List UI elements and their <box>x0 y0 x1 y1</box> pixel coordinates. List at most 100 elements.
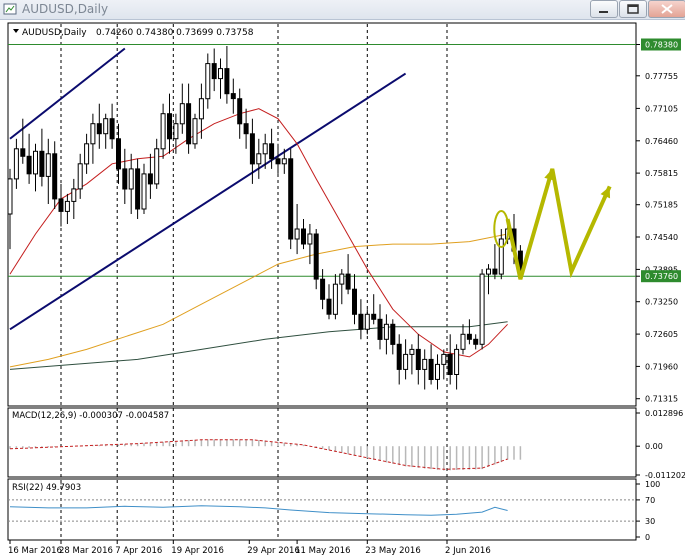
close-button[interactable] <box>648 0 685 18</box>
minimize-button[interactable] <box>590 0 618 18</box>
price-axis-label: 0.75185 <box>645 201 678 210</box>
candle-body <box>301 228 306 245</box>
candle-body <box>281 158 287 165</box>
candle-body <box>211 63 217 80</box>
candle-body <box>307 233 313 245</box>
candle-body <box>218 68 223 80</box>
price-axis-label: 0.71960 <box>645 362 678 371</box>
time-axis-label: 7 Apr 2016 <box>115 546 162 555</box>
macd-axis: 0.012896 0.00 -0.011202 <box>636 409 685 480</box>
price-axis-label: 0.72605 <box>645 330 678 339</box>
candle-body <box>415 348 421 370</box>
candle-body <box>224 68 230 95</box>
candle-body <box>466 333 472 340</box>
candle-body <box>33 150 38 175</box>
candle-body <box>498 238 504 275</box>
candle-body <box>7 178 13 215</box>
candle-body <box>205 63 211 100</box>
chart-area[interactable]: AUDUSD,Daily 0.74260 0.74380 0.73699 0.7… <box>0 19 685 555</box>
rsi-axis-label: 100 <box>645 480 660 489</box>
candle-body <box>313 233 319 280</box>
time-axis-label: 16 Mar 2016 <box>8 546 62 555</box>
minimize-icon <box>599 11 608 13</box>
candle-body <box>39 150 45 177</box>
restore-button[interactable] <box>619 0 647 18</box>
restore-icon <box>627 4 639 14</box>
time-axis[interactable]: 16 Mar 201628 Mar 2016 7 Apr 2016 19 Apr 2… <box>8 540 491 555</box>
candle-body <box>160 113 166 150</box>
candle-body <box>409 348 415 355</box>
price-panel[interactable] <box>7 22 637 407</box>
candle-body <box>249 133 255 165</box>
candle-body <box>269 143 275 160</box>
window-titlebar: AUDUSD,Daily <box>0 0 685 20</box>
candle-body <box>198 98 204 120</box>
candle-body <box>116 138 121 170</box>
time-axis-label: 11 May 2016 <box>295 546 350 555</box>
time-axis-label: 23 May 2016 <box>365 546 420 555</box>
candle-body <box>147 173 153 185</box>
candle-body <box>454 348 460 375</box>
candle-body <box>326 298 332 315</box>
price-axis-label: 0.76460 <box>645 137 678 146</box>
macd-axis-label: 0.00 <box>645 442 663 451</box>
macd-axis-label: 0.012896 <box>645 409 683 418</box>
candle-body <box>377 318 383 340</box>
candle-body <box>358 313 364 330</box>
price-axis-label: 0.73760 <box>645 272 678 281</box>
candle-body <box>173 123 179 140</box>
price-axis-label: 0.77755 <box>645 72 678 81</box>
candle-body <box>256 153 262 165</box>
candle-body <box>103 118 109 135</box>
candle-body <box>179 103 185 125</box>
price-axis-label: 0.77105 <box>645 104 678 113</box>
candle-body <box>288 158 294 240</box>
candle-body <box>128 168 134 190</box>
price-axis-label: 0.71315 <box>645 395 678 404</box>
candle-body <box>486 268 491 275</box>
rsi-axis-label: 30 <box>645 517 655 526</box>
candle-body <box>339 273 345 285</box>
price-axis-label: 0.78380 <box>645 41 678 50</box>
candle-body <box>294 228 300 240</box>
candle-body <box>192 118 198 145</box>
candle-body <box>135 168 141 210</box>
time-axis-label: 29 Apr 2016 <box>247 546 300 555</box>
candle-body <box>84 143 90 165</box>
time-axis-label: 28 Mar 2016 <box>59 546 113 555</box>
candle-body <box>141 173 147 210</box>
candle-body <box>492 268 498 275</box>
candle-body <box>403 353 409 370</box>
price-axis[interactable]: 0.78380 0.77755 0.77105 0.76460 0.75815 0.751… <box>636 38 681 404</box>
candle-body <box>186 103 192 145</box>
candle-body <box>122 168 128 190</box>
rsi-panel[interactable] <box>7 478 637 541</box>
close-icon <box>661 4 673 14</box>
candle-body <box>96 123 102 135</box>
rsi-axis-label: 0 <box>645 533 650 542</box>
candle-body <box>109 118 115 140</box>
macd-axis-label: -0.011202 <box>645 471 685 480</box>
candle-body <box>473 338 479 345</box>
candle-body <box>435 363 440 380</box>
rsi-axis: 100 70 30 0 <box>636 480 660 542</box>
candle-body <box>371 313 377 320</box>
candle-body <box>90 123 96 145</box>
price-axis-label: 0.73250 <box>645 298 678 307</box>
candle-body <box>428 358 434 380</box>
candle-body <box>52 153 58 200</box>
candle-body <box>154 148 160 185</box>
candle-body <box>275 158 281 165</box>
window-title: AUDUSD,Daily <box>22 2 109 16</box>
price-axis-label: 0.75815 <box>645 169 678 178</box>
price-axis-label: 0.74540 <box>645 233 678 242</box>
candle-body <box>364 313 370 330</box>
candle-body <box>26 155 32 175</box>
candle-body <box>45 153 51 177</box>
candle-body <box>237 98 243 125</box>
time-axis-label: 19 Apr 2016 <box>171 546 224 555</box>
ohlc-readout: 0.74260 0.74380 0.73699 0.73758 <box>96 28 254 38</box>
candle-body <box>320 278 326 300</box>
candle-body <box>447 353 453 375</box>
chart-window-icon <box>3 3 17 15</box>
